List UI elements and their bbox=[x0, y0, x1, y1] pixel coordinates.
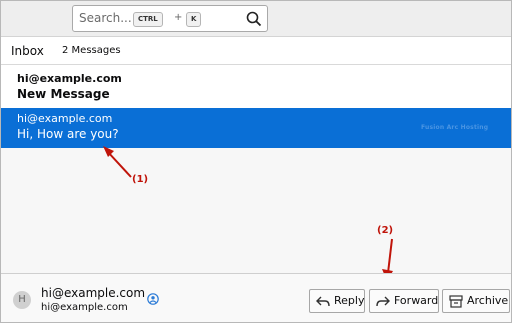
message-subject: New Message bbox=[17, 87, 110, 101]
sender-name: hi@example.com bbox=[41, 286, 146, 300]
avatar: H bbox=[13, 291, 31, 309]
archive-button[interactable]: Archive bbox=[442, 289, 510, 313]
contact-icon[interactable] bbox=[147, 293, 159, 305]
message-list-header: Inbox 2 Messages bbox=[1, 38, 511, 65]
message-list-empty-area bbox=[1, 148, 511, 273]
reply-button[interactable]: Reply bbox=[309, 289, 365, 313]
search-placeholder: Search... bbox=[79, 11, 132, 25]
forward-icon bbox=[376, 296, 390, 307]
message-row-selected[interactable]: hi@example.com Hi, How are you? Fusion A… bbox=[1, 108, 511, 148]
folder-name: Inbox bbox=[11, 44, 44, 58]
reply-icon bbox=[316, 296, 330, 307]
sender-email: hi@example.com bbox=[41, 302, 128, 313]
shortcut-k-key: K bbox=[186, 12, 202, 27]
message-sender: hi@example.com bbox=[17, 112, 113, 125]
message-sender: hi@example.com bbox=[17, 72, 122, 85]
forward-label: Forward bbox=[394, 294, 439, 307]
archive-icon bbox=[449, 295, 463, 308]
forward-button[interactable]: Forward bbox=[369, 289, 439, 313]
archive-label: Archive bbox=[467, 294, 509, 307]
toolbar: Search... CTRL + K bbox=[1, 1, 511, 37]
reply-label: Reply bbox=[334, 294, 365, 307]
watermark: Fusion Arc Hosting bbox=[421, 124, 489, 131]
shortcut-ctrl-key: CTRL bbox=[133, 12, 163, 27]
message-header-footer: H hi@example.com hi@example.com Reply Fo… bbox=[1, 273, 511, 322]
annotation-label-2: (2) bbox=[377, 225, 394, 236]
annotation-label-1: (1) bbox=[132, 174, 149, 185]
message-subject: Hi, How are you? bbox=[17, 127, 119, 141]
search-input[interactable]: Search... CTRL + K bbox=[72, 5, 268, 32]
message-count: 2 Messages bbox=[62, 45, 121, 56]
shortcut-plus: + bbox=[174, 12, 183, 23]
search-icon[interactable] bbox=[245, 10, 263, 28]
message-row-unread[interactable]: hi@example.com New Message bbox=[1, 68, 511, 108]
